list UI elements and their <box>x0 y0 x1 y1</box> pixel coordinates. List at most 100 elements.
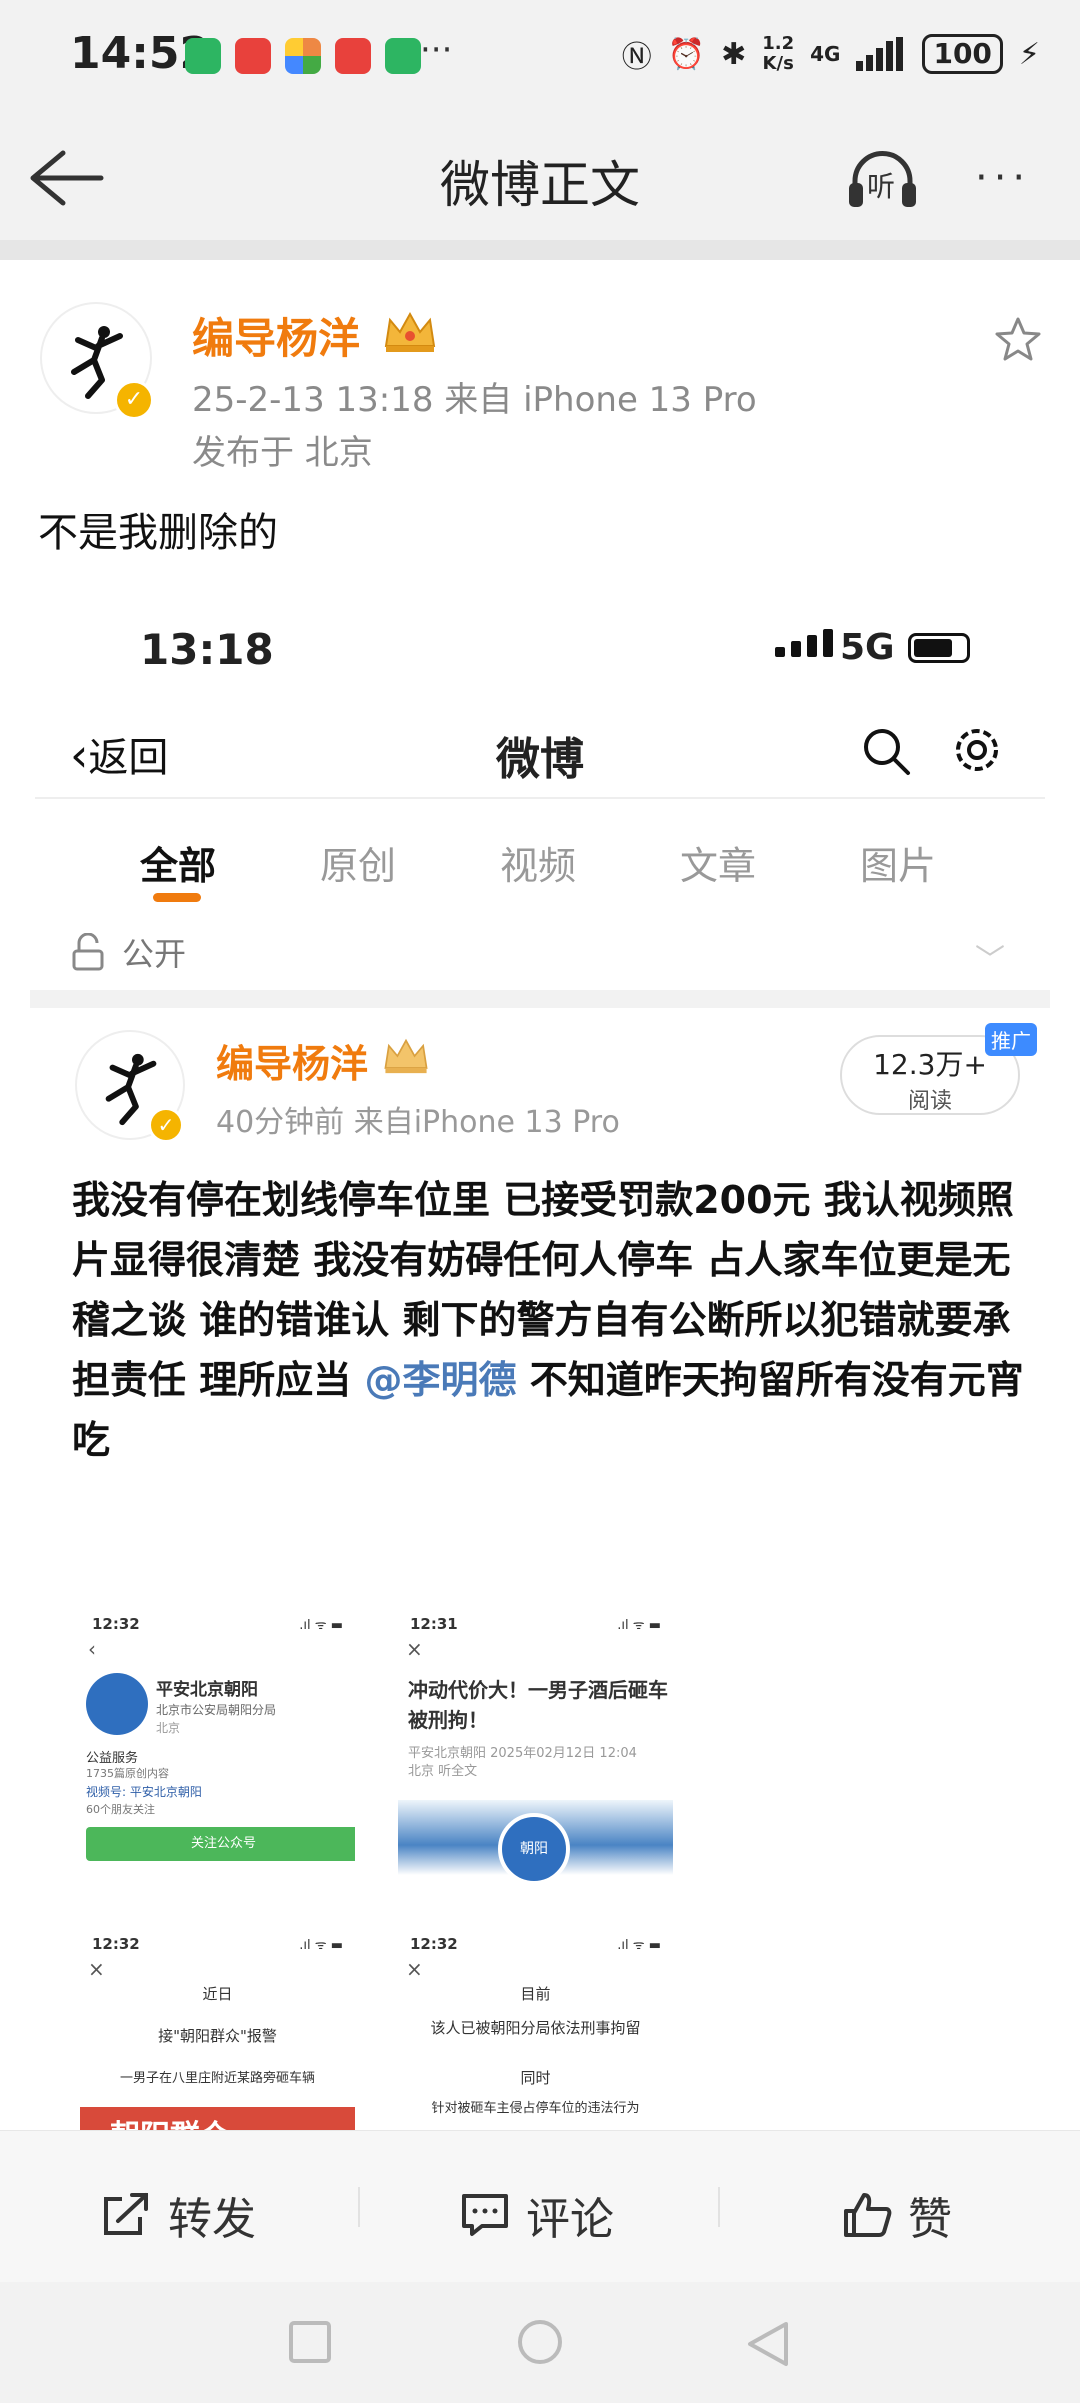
battery-indicator: 100 <box>922 34 1003 74</box>
thumb-text: 一男子在八里庄附近某路旁砸车辆 <box>119 2071 315 2086</box>
system-nav-bar <box>0 2282 1080 2403</box>
listen-button[interactable]: 听 <box>845 143 920 213</box>
thumb-source: 平安北京朝阳 2025年02月12日 12:04 北京 听全文 <box>408 1745 637 1781</box>
network-speed: 1.2 K/s <box>762 34 794 74</box>
lock-open-icon <box>72 933 104 971</box>
divider <box>718 2187 720 2227</box>
post-text: 不是我删除的 <box>38 510 278 556</box>
like-label: 赞 <box>908 2194 952 2245</box>
comment-label: 评论 <box>526 2194 614 2245</box>
tab-article: 文章 <box>680 844 757 888</box>
thumb-headline: 冲动代价大！一男子酒后砸车被刑拘！ <box>408 1678 668 1732</box>
thumbs-up-icon <box>844 2193 892 2237</box>
thumb-close-icon: × <box>406 1957 423 1981</box>
thumb-text: 目前 <box>520 1985 551 2003</box>
thumb-status-icons: .ıl ᯤ ▬ <box>299 1618 343 1633</box>
thumb-close-icon: × <box>406 1637 423 1661</box>
favorite-star-icon[interactable] <box>993 315 1043 365</box>
thumb-friends: 60个朋友关注 <box>86 1803 155 1816</box>
username[interactable]: 编导杨洋 <box>192 305 360 366</box>
signal-icon <box>856 37 904 71</box>
divider <box>35 797 1045 799</box>
police-badge-icon: 朝阳 <box>498 1813 570 1885</box>
tab-all: 全部 <box>140 844 217 888</box>
verified-badge-icon: ✓ <box>114 380 154 420</box>
comment-icon <box>462 2194 508 2236</box>
police-avatar-icon <box>86 1673 148 1735</box>
repost-button[interactable]: 转发 <box>100 2183 256 2247</box>
thumb-count: 1735篇原创内容 <box>86 1767 169 1780</box>
thumb-status-icons: .ıl ᯤ ▬ <box>299 1938 343 1953</box>
thumb-text: 接"朝阳群众"报警 <box>158 2027 277 2045</box>
thumb-follow: 关注公众号 <box>86 1827 355 1861</box>
app-notification-icon <box>185 38 221 74</box>
thumb-video: 视频号: 平安北京朝阳 <box>86 1785 202 1799</box>
embedded-network: 5G <box>840 627 895 668</box>
embedded-screenshot[interactable]: 13:18 5G ‹返回 微博 全部 原创 视频 文章 图片 公开 ﹀ ✓ 编导… <box>30 585 1050 2130</box>
image-thumbnail: 12:32 .ıl ᯤ ▬ × 目前 该人已被朝阳分局依法刑事拘留 同时 针对被… <box>398 1925 673 2130</box>
post-time-source: 25-2-13 13:18 来自 iPhone 13 Pro <box>192 380 757 420</box>
visibility-label: 公开 <box>122 935 187 973</box>
thumb-text: 该人已被朝阳分局依法刑事拘留 <box>430 2019 641 2037</box>
image-thumbnail: 12:32 .ıl ᯤ ▬ ‹ 平安北京朝阳 北京市公安局朝阳分局 北京 公益服… <box>80 1605 355 1905</box>
read-label: 阅读 <box>907 1089 952 1114</box>
embedded-username: 编导杨洋 <box>216 1042 369 1086</box>
tab-video: 视频 <box>500 844 577 888</box>
recents-square-icon[interactable] <box>288 2320 332 2364</box>
post-location: 发布于 北京 <box>192 433 373 473</box>
alarm-icon: ⏰ <box>667 36 706 72</box>
status-right: Ⓝ ⏰ ✱ 1.2 K/s 4G 100 ⚡ <box>622 32 1040 76</box>
thumb-status-icons: .ıl ᯤ ▬ <box>617 1618 661 1633</box>
speed-value: 1.2 <box>762 33 795 54</box>
embedded-post-body: 我没有停在划线停车位里 已接受罚款200元 我认视频照片显得很清楚 我没有妨碍任… <box>72 1170 1032 1470</box>
thumb-source-line: 北京 听全文 <box>408 1764 478 1779</box>
charging-icon: ⚡ <box>1018 36 1040 72</box>
embedded-signal-icon <box>775 629 833 657</box>
app-notification-icon <box>285 38 321 74</box>
more-notifications-icon: ··· <box>420 30 453 70</box>
thumb-account-name: 平安北京朝阳 <box>156 1680 258 1700</box>
thumb-status-icons: .ıl ᯤ ▬ <box>617 1938 661 1953</box>
top-nav-bar: 微博正文 听 ··· <box>0 115 1080 240</box>
verified-badge-icon: ✓ <box>148 1107 184 1143</box>
embedded-tabs: 全部 原创 视频 文章 图片 <box>30 835 1050 895</box>
network-type: 4G <box>810 42 841 66</box>
weibo-post: ✓ 编导杨洋 25-2-13 13:18 来自 iPhone 13 Pro 发布… <box>0 260 1080 2130</box>
gear-icon <box>956 729 998 771</box>
thumb-time: 12:32 <box>92 1935 140 1953</box>
chevron-down-icon: ﹀ <box>975 943 1005 978</box>
thumb-time: 12:32 <box>410 1935 458 1953</box>
thumb-service: 公益服务 <box>86 1751 139 1766</box>
divider <box>358 2187 360 2227</box>
thumb-text: 针对被砸车主侵占停车位的违法行为 <box>431 2101 640 2116</box>
mention-link: @李明德 <box>364 1358 517 1402</box>
thumb-source-line: 平安北京朝阳 2025年02月12日 12:04 <box>408 1746 637 1761</box>
thumb-back-icon: ‹ <box>88 1637 96 1661</box>
crown-icon <box>384 311 436 352</box>
thumb-close-icon: × <box>88 1957 105 1981</box>
repost-label: 转发 <box>168 2194 256 2245</box>
more-options-icon[interactable]: ··· <box>975 155 1031 201</box>
embedded-battery-icon <box>908 633 970 663</box>
image-thumbnail: 12:31 .ıl ᯤ ▬ × 冲动代价大！一男子酒后砸车被刑拘！ 平安北京朝阳… <box>398 1605 673 1905</box>
app-notification-icon <box>235 38 271 74</box>
comment-button[interactable]: 评论 <box>460 2183 614 2247</box>
status-bar: 14:52 ··· Ⓝ ⏰ ✱ 1.2 K/s 4G 100 ⚡ <box>0 0 1080 115</box>
image-thumbnail: 12:32 .ıl ᯤ ▬ × 近日 接"朝阳群众"报警 一男子在八里庄附近某路… <box>80 1925 355 2130</box>
home-circle-icon[interactable] <box>516 2320 564 2368</box>
tab-original: 原创 <box>320 844 397 888</box>
active-tab-indicator <box>153 893 201 902</box>
listen-label: 听 <box>867 170 896 203</box>
back-triangle-icon[interactable] <box>746 2320 790 2368</box>
notification-icons <box>185 38 421 74</box>
like-button[interactable]: 赞 <box>842 2183 952 2247</box>
search-icon <box>864 729 910 775</box>
crown-icon <box>384 1038 428 1074</box>
app-notification-icon <box>335 38 371 74</box>
embedded-status-time: 13:18 <box>140 625 274 674</box>
tab-images: 图片 <box>860 844 937 888</box>
embedded-meta: 40分钟前 来自iPhone 13 Pro <box>216 1105 620 1140</box>
nfc-icon: Ⓝ <box>621 40 652 75</box>
thumb-account-loc: 北京 <box>156 1721 181 1735</box>
app-notification-icon <box>385 38 421 74</box>
